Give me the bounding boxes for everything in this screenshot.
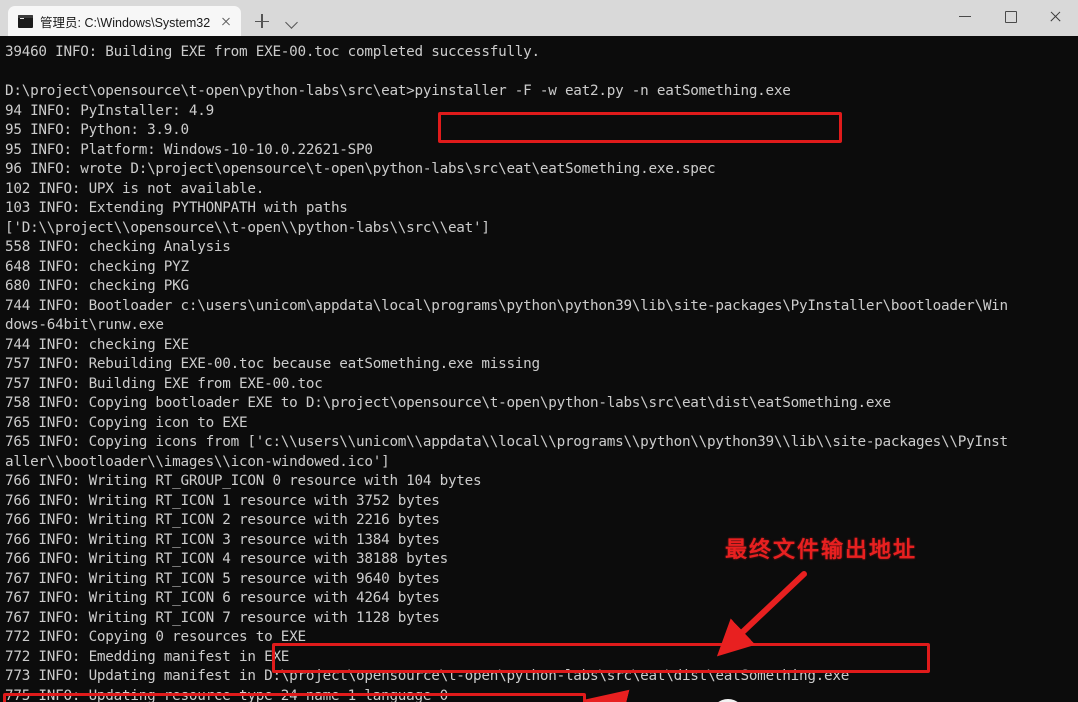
close-tab-icon[interactable] xyxy=(217,12,235,30)
tab-strip: 管理员: C:\Windows\System32 xyxy=(0,0,307,36)
title-bar: 管理员: C:\Windows\System32 xyxy=(0,0,1078,36)
close-window-button[interactable] xyxy=(1033,0,1078,32)
console-icon xyxy=(18,14,33,28)
terminal-output-area[interactable]: 39460 INFO: Building EXE from EXE-00.toc… xyxy=(0,36,1078,702)
minimize-button[interactable] xyxy=(943,0,988,32)
new-tab-button[interactable] xyxy=(247,6,277,36)
terminal-tab[interactable]: 管理员: C:\Windows\System32 xyxy=(8,6,242,36)
terminal-log-text: 39460 INFO: Building EXE from EXE-00.toc… xyxy=(5,44,1008,702)
maximize-button[interactable] xyxy=(988,0,1033,32)
chevron-down-icon[interactable] xyxy=(277,6,307,36)
terminal-window: 管理员: C:\Windows\System32 39460 INFO: Bui… xyxy=(0,0,1078,702)
tab-title: 管理员: C:\Windows\System32 xyxy=(40,15,211,30)
window-controls xyxy=(943,0,1078,36)
